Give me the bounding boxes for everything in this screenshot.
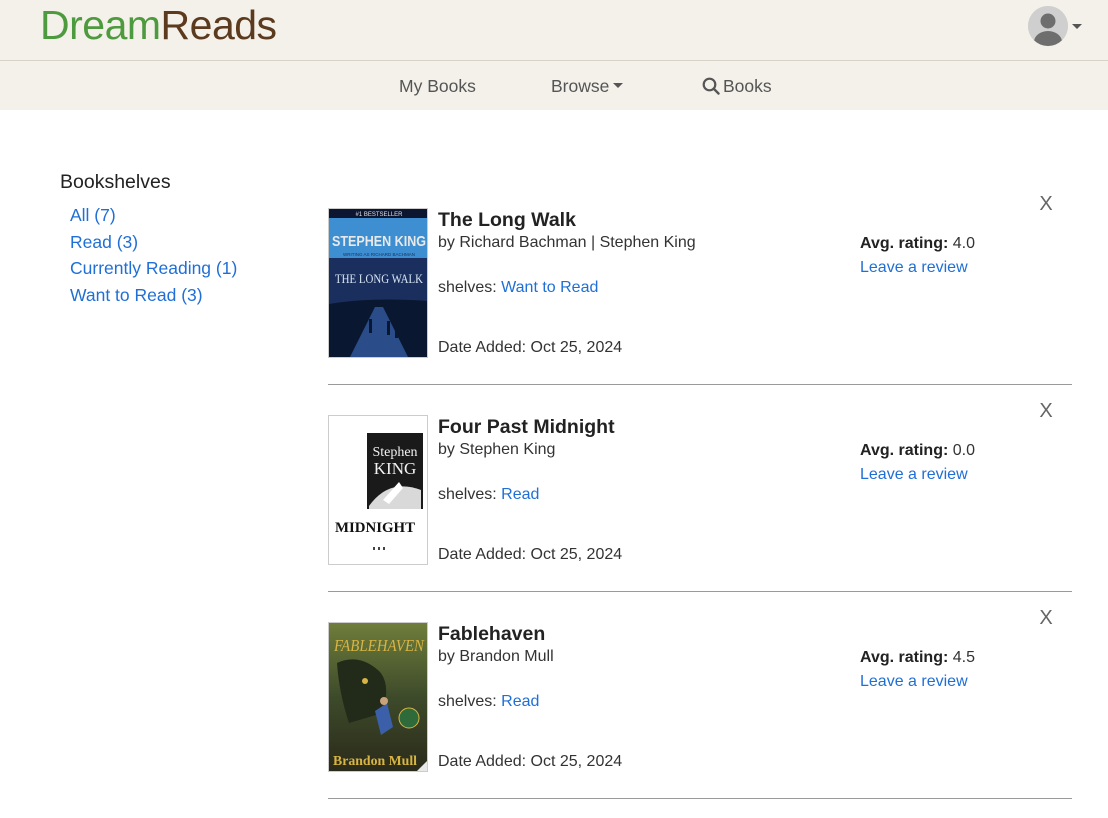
remove-book-button[interactable]: X: [1037, 400, 1055, 422]
search-icon: [702, 77, 720, 95]
rating-box: Avg. rating: 4.0 Leave a review: [860, 232, 1060, 280]
avg-rating-label: Avg. rating:: [860, 442, 949, 459]
book-row: FABLEHAVEN Brandon Mull Fablehaven by Br…: [328, 607, 1072, 799]
avg-rating-value: 4.0: [948, 235, 975, 252]
shelf-link-currently-reading[interactable]: Currently Reading (1): [70, 255, 300, 282]
book-title[interactable]: The Long Walk: [438, 208, 848, 232]
shelf-link-want-to-read[interactable]: Want to Read (3): [70, 282, 300, 309]
shelf-link-all[interactable]: All (7): [70, 202, 300, 229]
user-menu-button[interactable]: [1028, 6, 1088, 48]
cover-subtitle-text: WRITING AS RICHARD BACHMAN: [343, 252, 415, 257]
sidebar-title: Bookshelves: [60, 171, 171, 193]
avg-rating: Avg. rating: 4.0: [860, 232, 1060, 256]
shelf-link[interactable]: Read: [501, 693, 539, 710]
avg-rating-value: 4.5: [948, 649, 975, 666]
book-row: #1 BESTSELLER STEPHEN KING WRITING AS RI…: [328, 193, 1072, 385]
rating-box: Avg. rating: 4.5 Leave a review: [860, 646, 1060, 694]
leave-review-link[interactable]: Leave a review: [860, 463, 1060, 487]
site-logo[interactable]: DreamReads: [40, 2, 277, 48]
book-shelves: shelves: Want to Read: [438, 276, 598, 300]
book-shelves: shelves: Read: [438, 690, 539, 714]
bookshelves-sidebar: Bookshelves All (7) Read (3) Currently R…: [60, 170, 300, 308]
nav-browse-label: Browse: [551, 76, 610, 96]
cover-author-text: Brandon Mull: [333, 754, 417, 769]
logo-reads-text: Reads: [160, 2, 278, 48]
leave-review-link[interactable]: Leave a review: [860, 256, 1060, 280]
avg-rating-label: Avg. rating:: [860, 235, 949, 252]
top-header: DreamReads: [0, 0, 1108, 61]
book-shelves: shelves: Read: [438, 483, 539, 507]
book-title[interactable]: Four Past Midnight: [438, 415, 848, 439]
cover-title-text: FABLEHAVEN: [333, 636, 425, 655]
remove-book-button[interactable]: X: [1037, 193, 1055, 215]
shelves-label: shelves:: [438, 693, 502, 710]
avg-rating: Avg. rating: 4.5: [860, 646, 1060, 670]
cover-title-text: THE LONG WALK: [335, 271, 424, 286]
book-cover[interactable]: #1 BESTSELLER STEPHEN KING WRITING AS RI…: [328, 208, 428, 358]
date-added: Date Added: Oct 25, 2024: [438, 753, 623, 770]
shelves-label: shelves:: [438, 279, 502, 296]
book-info: The Long Walk by Richard Bachman | Steph…: [438, 208, 848, 356]
avg-rating: Avg. rating: 0.0: [860, 439, 1060, 463]
main-navbar: My Books Browse Books: [0, 61, 1108, 110]
nav-search-books[interactable]: Books: [702, 75, 772, 97]
book-info: Four Past Midnight by Stephen King shelv…: [438, 415, 848, 563]
rating-box: Avg. rating: 0.0 Leave a review: [860, 439, 1060, 487]
shelf-link[interactable]: Want to Read: [501, 279, 598, 296]
chevron-down-icon: [1072, 24, 1082, 29]
book-author: by Brandon Mull: [438, 648, 554, 665]
book-author: by Richard Bachman | Stephen King: [438, 234, 696, 251]
cover-banner-text: #1 BESTSELLER: [355, 212, 403, 218]
leave-review-link[interactable]: Leave a review: [860, 670, 1060, 694]
user-avatar-icon: [1028, 6, 1068, 46]
date-added: Date Added: Oct 25, 2024: [438, 339, 623, 356]
book-cover[interactable]: FABLEHAVEN Brandon Mull: [328, 622, 428, 772]
avg-rating-label: Avg. rating:: [860, 649, 949, 666]
book-author: by Stephen King: [438, 441, 556, 458]
avg-rating-value: 0.0: [948, 442, 975, 459]
book-row: Stephen KING MIDNIGHT Four Past Midnight…: [328, 400, 1072, 592]
cover-author-text: STEPHEN KING: [332, 233, 426, 250]
nav-browse-dropdown[interactable]: Browse: [551, 75, 624, 97]
book-title[interactable]: Fablehaven: [438, 622, 848, 646]
shelf-link-read[interactable]: Read (3): [70, 229, 300, 256]
shelf-link[interactable]: Read: [501, 486, 539, 503]
book-cover[interactable]: Stephen KING MIDNIGHT: [328, 415, 428, 565]
cover-author-line2: KING: [374, 459, 417, 478]
shelves-label: shelves:: [438, 486, 502, 503]
nav-books-label: Books: [723, 76, 772, 96]
nav-my-books[interactable]: My Books: [399, 75, 476, 97]
date-added: Date Added: Oct 25, 2024: [438, 546, 623, 563]
book-info: Fablehaven by Brandon Mull shelves: Read…: [438, 622, 848, 770]
cover-author-line1: Stephen: [372, 445, 417, 460]
logo-dream-text: Dream: [40, 2, 161, 48]
chevron-down-icon: [613, 83, 624, 89]
remove-book-button[interactable]: X: [1037, 607, 1055, 629]
cover-title-text: MIDNIGHT: [335, 520, 415, 536]
